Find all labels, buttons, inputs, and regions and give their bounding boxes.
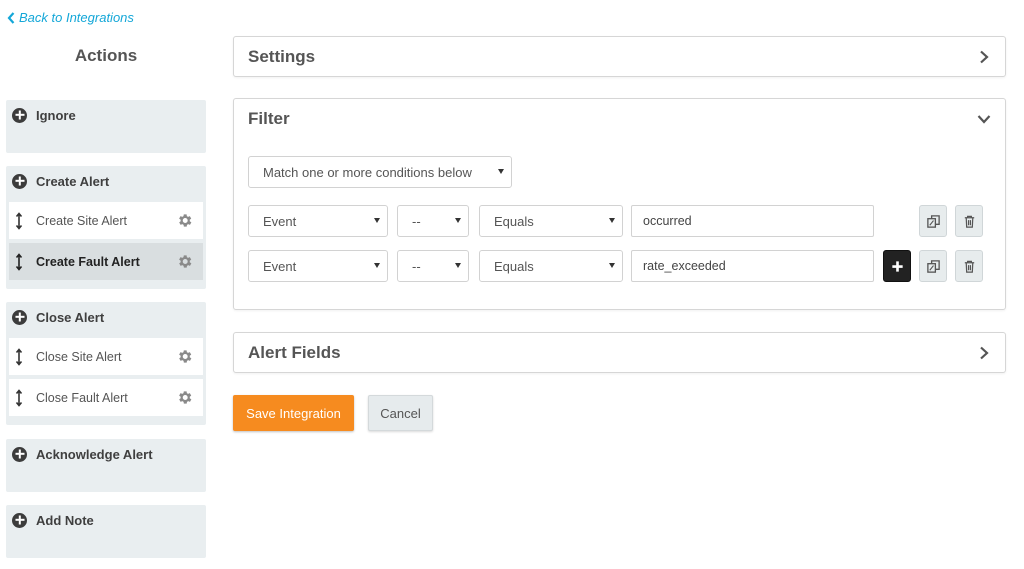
filter-panel-header[interactable]: Filter [234,99,1005,138]
panel-title: Settings [248,46,316,66]
caret-down-icon [374,218,380,223]
plus-icon [891,260,903,272]
delete-condition-button[interactable] [955,250,983,282]
panel-title: Alert Fields [248,342,341,362]
add-close-alert-action[interactable]: Close Alert [6,302,206,332]
group-label: Add Note [36,512,94,528]
delete-condition-button[interactable] [955,205,983,237]
chevron-left-icon [7,11,15,24]
select-value: Equals [494,213,534,229]
condition-modifier-select[interactable]: -- [397,205,469,237]
condition-value-input[interactable]: rate_exceeded [631,250,874,282]
action-item-label: Close Fault Alert [36,390,128,405]
condition-operator-select[interactable]: Equals [479,205,623,237]
chevron-down-icon [977,114,991,124]
filter-panel: Filter Match one or more conditions belo… [233,98,1006,310]
action-item-create-site-alert[interactable]: Create Site Alert [9,202,203,239]
action-group-acknowledge-alert: Acknowledge Alert [6,439,206,492]
caret-down-icon [374,263,380,268]
condition-operator-select[interactable]: Equals [479,250,623,282]
select-value: Equals [494,258,534,274]
select-value: -- [412,213,421,229]
trash-icon [964,260,974,273]
condition-modifier-select[interactable]: -- [397,250,469,282]
select-value: -- [412,258,421,274]
action-item-label: Create Site Alert [36,213,128,228]
group-label: Ignore [36,107,76,123]
group-label: Close Alert [36,309,105,325]
input-value: occurred [643,214,692,228]
condition-value-input[interactable]: occurred [631,205,874,237]
plus-circle-icon [12,173,27,189]
caret-down-icon [455,263,461,268]
add-create-alert-action[interactable]: Create Alert [6,166,206,196]
action-group-ignore: Ignore [6,100,206,153]
action-item-close-site-alert[interactable]: Close Site Alert [9,338,203,375]
group-label: Create Alert [36,173,110,189]
chevron-right-icon [980,50,989,63]
drag-handle-icon[interactable] [15,347,23,366]
action-item-close-fault-alert[interactable]: Close Fault Alert [9,379,203,416]
plus-circle-icon [12,107,27,123]
gear-icon[interactable] [176,253,193,270]
drag-handle-icon[interactable] [15,211,23,230]
panel-title: Filter [248,108,290,128]
gear-icon[interactable] [176,389,193,406]
trash-icon [964,215,974,228]
drag-handle-icon[interactable] [15,388,23,407]
action-item-create-fault-alert[interactable]: Create Fault Alert [9,243,203,280]
caret-down-icon [609,218,615,223]
action-group-close-alert: Close Alert Close Site Alert Close Fault… [6,302,206,425]
add-condition-button[interactable] [883,250,911,282]
select-value: Match one or more conditions below [263,164,472,180]
action-item-label: Create Fault Alert [36,254,140,269]
plus-circle-icon [12,446,27,462]
select-value: Event [263,258,297,274]
copy-condition-button[interactable] [919,205,947,237]
action-group-create-alert: Create Alert Create Site Alert Create Fa… [6,166,206,289]
settings-panel-header[interactable]: Settings [234,37,1005,76]
back-link-label: Back to Integrations [19,10,134,25]
caret-down-icon [609,263,615,268]
plus-circle-icon [12,512,27,528]
gear-icon[interactable] [176,212,193,229]
add-note-action[interactable]: Add Note [6,505,206,535]
caret-down-icon [455,218,461,223]
input-value: rate_exceeded [643,259,726,273]
action-item-label: Close Site Alert [36,349,122,364]
drag-handle-icon[interactable] [15,252,23,271]
action-group-add-note: Add Note [6,505,206,558]
back-to-integrations-link[interactable]: Back to Integrations [7,10,134,25]
cancel-button[interactable]: Cancel [368,395,433,431]
save-integration-button[interactable]: Save Integration [233,395,354,431]
alert-fields-panel: Alert Fields [233,332,1006,373]
match-mode-select[interactable]: Match one or more conditions below [248,156,512,188]
select-value: Event [263,213,297,229]
caret-down-icon [498,169,504,174]
condition-field-select[interactable]: Event [248,205,388,237]
condition-field-select[interactable]: Event [248,250,388,282]
actions-heading: Actions [74,46,138,65]
copy-condition-button[interactable] [919,250,947,282]
plus-circle-icon [12,309,27,325]
gear-icon[interactable] [176,348,193,365]
add-acknowledge-alert-action[interactable]: Acknowledge Alert [6,439,206,469]
copy-icon [926,214,940,228]
alert-fields-panel-header[interactable]: Alert Fields [234,333,1005,372]
settings-panel: Settings [233,36,1006,77]
group-label: Acknowledge Alert [36,446,153,462]
add-ignore-action[interactable]: Ignore [6,100,206,130]
chevron-right-icon [980,346,989,359]
copy-icon [926,259,940,273]
